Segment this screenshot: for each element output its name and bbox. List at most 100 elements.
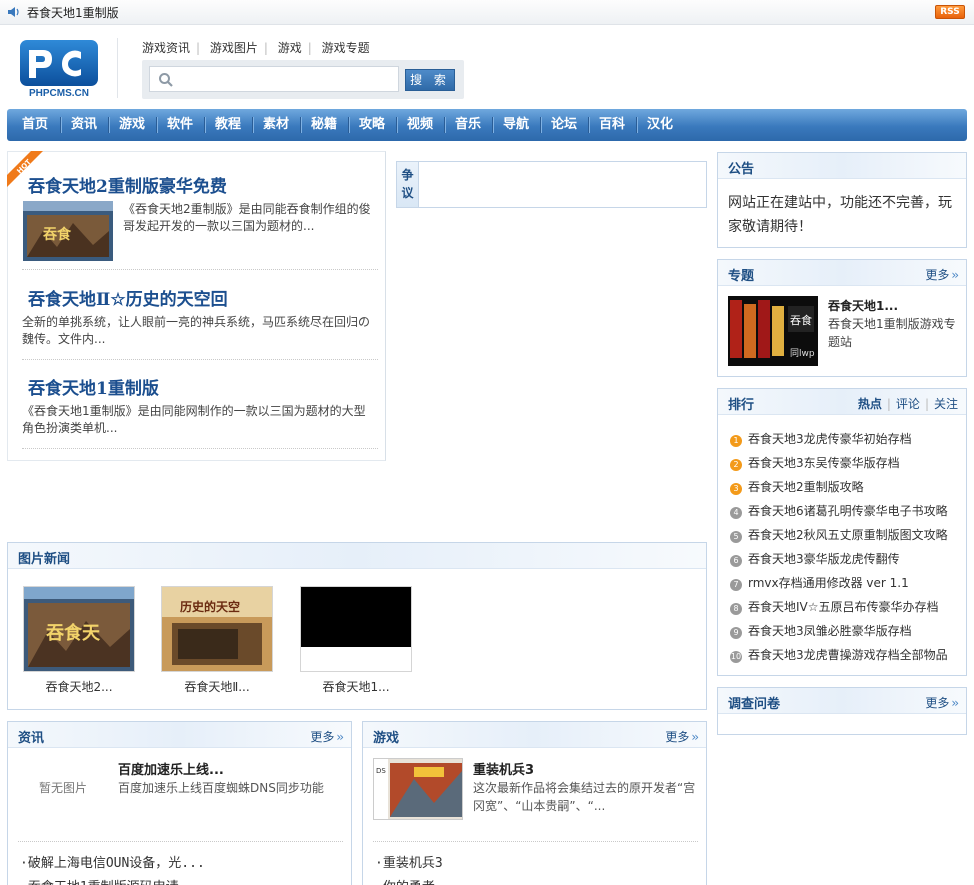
photo-thumbnail[interactable]: 吞食天 xyxy=(23,586,135,672)
ranking-item[interactable]: 5 吞食天地2秋风五丈原重制版图文攻略 xyxy=(730,526,948,543)
top-bar: 吞食天地1重制版 RSS xyxy=(0,0,974,25)
info-title: 资讯 xyxy=(18,731,45,746)
nav-home[interactable]: 首页 xyxy=(7,109,63,141)
ranking-box: 排行 热点 | 评论 | 关注 1 吞食天地3龙虎传豪华初始存档 2 吞食天地3东吴传豪华版… xyxy=(717,388,967,676)
search-box: 搜 索 xyxy=(142,60,464,99)
link-game-news[interactable]: 游戏资讯 xyxy=(142,41,190,55)
link-games[interactable]: 游戏 xyxy=(278,41,302,55)
ranking-item[interactable]: 9 吞食天地3凤雏必胜豪华版存档 xyxy=(730,622,912,639)
debate-box: 争议 xyxy=(396,161,707,208)
headline-desc: 《吞食天地1重制版》是由同能网制作的一款以三国为题材的大型角色扮演类单机... xyxy=(22,404,366,435)
search-input[interactable] xyxy=(180,70,390,88)
headline-title[interactable]: 吞食天地2重制版豪华免费 xyxy=(28,172,227,197)
header-links: 游戏资讯 | 游戏图片 | 游戏 | 游戏专题 xyxy=(142,41,370,55)
special-thumbnail[interactable]: 吞食 同lwp xyxy=(728,296,818,366)
nav-videos[interactable]: 视频 xyxy=(396,109,444,141)
ranking-item[interactable]: 8 吞食天地IV☆五原吕布传豪华办存档 xyxy=(730,598,939,615)
nav-forum[interactable]: 论坛 xyxy=(540,109,588,141)
link-game-pictures[interactable]: 游戏图片 xyxy=(210,41,258,55)
headline-title[interactable]: 吞食天地1重制版 xyxy=(28,374,159,399)
svg-text:历史的天空: 历史的天空 xyxy=(180,599,240,614)
photo-news-box: 图片新闻 吞食天 吞食天地2... 历史的天空 吞食天地Ⅱ... 吞食天地1..… xyxy=(7,542,707,710)
survey-box: 调查问卷 更多 ›› xyxy=(717,687,967,735)
notice-box: 公告 网站正在建站中，功能还不完善，玩家敬请期待！ xyxy=(717,152,967,248)
photo-thumbnail[interactable]: 历史的天空 xyxy=(161,586,273,672)
main-nav: 首页 资讯 游戏 软件 教程 素材 秘籍 攻略 视频 音乐 导航 论坛 百科 汉… xyxy=(7,109,967,141)
nav-cheats[interactable]: 秘籍 xyxy=(300,109,348,141)
headline-thumbnail[interactable]: 吞食 xyxy=(23,201,113,261)
photo-caption[interactable]: 吞食天地2... xyxy=(23,678,135,695)
rss-button[interactable]: RSS xyxy=(935,5,965,19)
ranking-title: 排行 xyxy=(728,398,755,413)
nav-news[interactable]: 资讯 xyxy=(60,109,108,141)
svg-text:吞食: 吞食 xyxy=(43,226,72,243)
special-item-desc: 吞食天地1重制版游戏专题站 xyxy=(828,317,956,349)
divider xyxy=(22,359,378,360)
nav-software[interactable]: 软件 xyxy=(156,109,204,141)
info-more-link[interactable]: 更多 ›› xyxy=(310,728,343,745)
tab-hot[interactable]: 热点 xyxy=(858,397,882,411)
nav-wiki[interactable]: 百科 xyxy=(588,109,636,141)
svg-text:吞食天: 吞食天 xyxy=(46,622,101,644)
divider xyxy=(22,269,378,270)
nav-materials[interactable]: 素材 xyxy=(252,109,300,141)
photo-thumbnail[interactable] xyxy=(300,586,412,672)
games-list-item[interactable]: ·重装机兵3 xyxy=(375,852,443,871)
special-more-link[interactable]: 更多 ›› xyxy=(925,266,958,283)
games-box: 游戏 更多 ›› DS 重装机兵3 这次最新作品将会集结过去的原开发者“宫冈宽”、… xyxy=(362,721,707,885)
headline-desc: 全新的单挑系统，让人眼前一亮的神兵系统，马匹系统尽在回归の魏传。文件内... xyxy=(22,315,371,346)
ranking-item[interactable]: 1 吞食天地3龙虎传豪华初始存档 xyxy=(730,430,912,447)
svg-text:同lwp: 同lwp xyxy=(790,348,815,359)
nav-music[interactable]: 音乐 xyxy=(444,109,492,141)
nav-localization[interactable]: 汉化 xyxy=(636,109,684,141)
nav-navigation[interactable]: 导航 xyxy=(492,109,540,141)
notice-title: 公告 xyxy=(728,162,755,177)
info-feature-desc: 百度加速乐上线百度蜘蛛DNS同步功能 xyxy=(118,781,324,795)
search-icon xyxy=(159,73,173,87)
nav-tutorials[interactable]: 教程 xyxy=(204,109,252,141)
photo-caption[interactable]: 吞食天地1... xyxy=(300,678,412,695)
survey-title: 调查问卷 xyxy=(728,697,781,712)
nav-guides[interactable]: 攻略 xyxy=(348,109,396,141)
ranking-item[interactable]: 6 吞食天地3豪华版龙虎传翻传 xyxy=(730,550,900,567)
header-divider xyxy=(117,38,118,98)
special-item-title[interactable]: 吞食天地1... xyxy=(828,297,898,314)
info-list-item[interactable]: ·破解上海电信OUN设备，光... xyxy=(20,852,205,871)
games-list-item[interactable]: ·你的勇者 xyxy=(375,876,435,885)
divider xyxy=(22,448,378,449)
special-title: 专题 xyxy=(728,269,755,284)
ranking-item[interactable]: 7 rmvx存档通用修改器 ver 1.1 xyxy=(730,574,909,591)
speaker-icon xyxy=(8,7,19,17)
info-feature-title[interactable]: 百度加速乐上线... xyxy=(118,759,224,778)
headline-title[interactable]: 吞食天地Ⅱ☆历史的天空回 xyxy=(28,285,228,310)
info-box: 资讯 更多 ›› 暂无图片 百度加速乐上线... 百度加速乐上线百度蜘蛛DNS同步… xyxy=(7,721,352,885)
ranking-item[interactable]: 3 吞食天地2重制版攻略 xyxy=(730,478,864,495)
link-game-topics[interactable]: 游戏专题 xyxy=(322,41,370,55)
window-title: 吞食天地1重制版 xyxy=(27,6,119,20)
games-feature-title[interactable]: 重装机兵3 xyxy=(473,759,534,778)
notice-text: 网站正在建站中，功能还不完善，玩家敬请期待！ xyxy=(728,195,952,235)
phpcms-logo[interactable]: PHPCMS.CN xyxy=(19,40,99,98)
no-image-placeholder: 暂无图片 xyxy=(38,781,87,795)
games-more-link[interactable]: 更多 ›› xyxy=(665,728,698,745)
search-field-wrap xyxy=(149,66,399,92)
svg-text:吞食: 吞食 xyxy=(790,313,812,327)
games-feature-desc: 这次最新作品将会集结过去的原开发者“宫冈宽”、“山本贵嗣”、“... xyxy=(473,781,696,813)
photo-caption[interactable]: 吞食天地Ⅱ... xyxy=(161,678,273,695)
svg-text:PHPCMS.CN: PHPCMS.CN xyxy=(29,88,89,98)
special-box: 专题 更多 ›› 吞食 同lwp 吞食天地1... 吞食天地1重制版游戏专题站 xyxy=(717,259,967,377)
survey-more-link[interactable]: 更多 ›› xyxy=(925,694,958,711)
games-thumbnail[interactable]: DS xyxy=(373,758,463,820)
search-button[interactable]: 搜 索 xyxy=(405,69,455,91)
ranking-item[interactable]: 2 吞食天地3东吴传豪华版存档 xyxy=(730,454,900,471)
ranking-item[interactable]: 10 吞食天地3龙虎曹操游戏存档全部物品 xyxy=(730,646,948,663)
games-title: 游戏 xyxy=(373,731,400,746)
svg-text:DS: DS xyxy=(376,767,386,775)
tab-comments[interactable]: 评论 xyxy=(896,397,920,411)
ranking-item[interactable]: 4 吞食天地6诸葛孔明传豪华电子书攻略 xyxy=(730,502,948,519)
info-list-item[interactable]: ·吞食天地1重制版源码申请 xyxy=(20,876,179,885)
nav-games[interactable]: 游戏 xyxy=(108,109,156,141)
tab-follow[interactable]: 关注 xyxy=(934,397,958,411)
debate-label: 争议 xyxy=(397,162,419,207)
photo-news-title: 图片新闻 xyxy=(18,552,71,567)
